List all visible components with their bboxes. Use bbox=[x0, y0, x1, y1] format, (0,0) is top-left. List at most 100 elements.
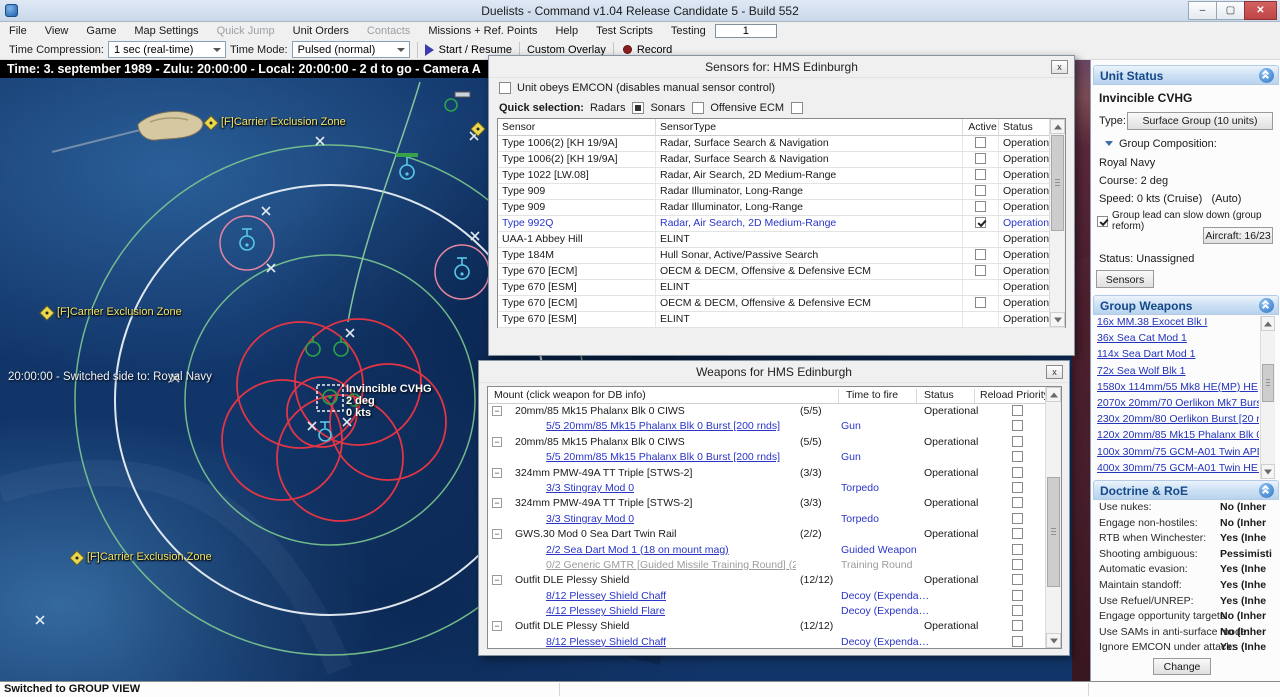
collapse-icon[interactable]: − bbox=[492, 437, 502, 447]
quick-radars-checkbox[interactable] bbox=[632, 102, 644, 114]
weapons-scrollbar[interactable] bbox=[1045, 387, 1061, 648]
sensor-active-checkbox[interactable] bbox=[975, 249, 986, 260]
group-weapon-link[interactable]: 400x 30mm/75 GCM-A01 Twin HE Burst ... bbox=[1095, 462, 1259, 478]
weapon-row[interactable]: 3/3 Stingray Mod 0Torpedo bbox=[488, 481, 1061, 496]
chevron-down-icon[interactable] bbox=[1105, 141, 1113, 150]
weapon-row[interactable]: 5/5 20mm/85 Mk15 Phalanx Blk 0 Burst [20… bbox=[488, 450, 1061, 465]
menu-item-view[interactable]: View bbox=[36, 22, 78, 40]
weapon-link[interactable]: 5/5 20mm/85 Mk15 Phalanx Blk 0 Burst [20… bbox=[546, 420, 780, 432]
group-weapon-link[interactable]: 230x 20mm/80 Oerlikon Burst [20 rnds] bbox=[1095, 413, 1259, 429]
reload-priority-checkbox[interactable] bbox=[1012, 574, 1023, 585]
weapon-row[interactable]: 5/5 20mm/85 Mk15 Phalanx Blk 0 Burst [20… bbox=[488, 419, 1061, 434]
sensors-table-header[interactable]: Sensor SensorType Active Status bbox=[498, 119, 1065, 136]
menu-item-game[interactable]: Game bbox=[77, 22, 125, 40]
weapon-row[interactable]: −20mm/85 Mk15 Phalanx Blk 0 CIWS(5/5)Ope… bbox=[488, 435, 1061, 450]
custom-overlay-button[interactable]: Custom Overlay bbox=[527, 44, 606, 56]
sensor-row[interactable]: Type 670 [ECM]OECM & DECM, Offensive & D… bbox=[498, 264, 1065, 280]
menu-item-help[interactable]: Help bbox=[546, 22, 587, 40]
sensor-active-checkbox[interactable] bbox=[975, 153, 986, 164]
menu-item-file[interactable]: File bbox=[0, 22, 36, 40]
sensor-row[interactable]: Type 1022 [LW.08]Radar, Air Search, 2D M… bbox=[498, 168, 1065, 184]
sensor-row[interactable]: Type 1006(2) [KH 19/9A]Radar, Surface Se… bbox=[498, 152, 1065, 168]
weapon-row[interactable]: −324mm PMW-49A TT Triple [STWS-2](3/3)Op… bbox=[488, 466, 1061, 481]
reload-priority-checkbox[interactable] bbox=[1012, 497, 1023, 508]
scroll-down-icon[interactable] bbox=[1261, 464, 1275, 479]
group-weapon-link[interactable]: 36x Sea Cat Mod 1 bbox=[1095, 332, 1259, 348]
group-weapon-link[interactable]: 72x Sea Wolf Blk 1 bbox=[1095, 365, 1259, 381]
reload-priority-checkbox[interactable] bbox=[1012, 436, 1023, 447]
group-weapon-link[interactable]: 16x MM.38 Exocet Blk I bbox=[1095, 316, 1259, 332]
start-resume-button[interactable]: Start / Resume bbox=[425, 44, 512, 56]
sensor-row[interactable]: Type 909Radar Illuminator, Long-RangeOpe… bbox=[498, 184, 1065, 200]
collapse-icon[interactable]: − bbox=[492, 575, 502, 585]
sensors-scrollbar[interactable] bbox=[1049, 119, 1065, 327]
group-weapon-link[interactable]: 120x 20mm/85 Mk15 Phalanx Blk 0 Burst... bbox=[1095, 429, 1259, 445]
weapon-link[interactable]: 2/2 Sea Dart Mod 1 (18 on mount mag) bbox=[546, 544, 729, 556]
reload-priority-checkbox[interactable] bbox=[1012, 528, 1023, 539]
sensor-active-checkbox[interactable] bbox=[975, 297, 986, 308]
sensors-button[interactable]: Sensors bbox=[1096, 270, 1154, 288]
scrollbar-thumb[interactable] bbox=[1047, 477, 1060, 587]
reload-priority-checkbox[interactable] bbox=[1012, 620, 1023, 631]
quick-offensive-ecm-checkbox[interactable] bbox=[791, 102, 803, 114]
close-button[interactable]: ✕ bbox=[1244, 1, 1277, 20]
maximize-button[interactable]: ▢ bbox=[1216, 1, 1245, 20]
weapon-row[interactable]: 0/2 Generic GMTR [Guided Missile Trainin… bbox=[488, 558, 1061, 573]
sensor-active-checkbox[interactable] bbox=[975, 185, 986, 196]
record-button[interactable]: Record bbox=[621, 44, 672, 56]
collapse-icon[interactable]: − bbox=[492, 406, 502, 416]
group-weapon-link[interactable]: 114x Sea Dart Mod 1 bbox=[1095, 348, 1259, 364]
sensor-row[interactable]: Type 670 [ESM]ELINTOperational bbox=[498, 312, 1065, 328]
scroll-up-icon[interactable] bbox=[1046, 387, 1061, 402]
doctrine-header[interactable]: Doctrine & RoE bbox=[1093, 480, 1279, 500]
emcon-checkbox-row[interactable]: Unit obeys EMCON (disables manual sensor… bbox=[499, 82, 775, 94]
sensor-row[interactable]: Type 670 [ECM]OECM & DECM, Offensive & D… bbox=[498, 296, 1065, 312]
reload-priority-checkbox[interactable] bbox=[1012, 513, 1023, 524]
reload-priority-checkbox[interactable] bbox=[1012, 420, 1023, 431]
weapon-row[interactable]: −Outfit DLE Plessy Shield(12/12)Operatio… bbox=[488, 573, 1061, 588]
weapon-link[interactable]: 3/3 Stingray Mod 0 bbox=[546, 482, 634, 494]
change-button[interactable]: Change bbox=[1153, 658, 1211, 675]
group-lead-checkbox[interactable] bbox=[1097, 216, 1108, 227]
scrollbar-thumb[interactable] bbox=[1262, 364, 1274, 402]
reload-priority-checkbox[interactable] bbox=[1012, 605, 1023, 616]
menu-item-testing[interactable]: Testing bbox=[662, 22, 715, 40]
weapon-row[interactable]: −Outfit DLE Plessy Shield(12/12)Operatio… bbox=[488, 619, 1061, 634]
reload-priority-checkbox[interactable] bbox=[1012, 636, 1023, 647]
weapon-link[interactable]: 8/12 Plessey Shield Chaff bbox=[546, 636, 666, 648]
reload-priority-checkbox[interactable] bbox=[1012, 405, 1023, 416]
reload-priority-checkbox[interactable] bbox=[1012, 544, 1023, 555]
reload-priority-checkbox[interactable] bbox=[1012, 451, 1023, 462]
group-weapon-link[interactable]: 1580x 114mm/55 Mk8 HE(MP) HE bbox=[1095, 381, 1259, 397]
weapon-row[interactable]: 8/12 Plessey Shield ChaffDecoy (Expenda… bbox=[488, 589, 1061, 604]
scroll-up-icon[interactable] bbox=[1050, 119, 1065, 134]
scroll-up-icon[interactable] bbox=[1261, 316, 1275, 331]
weapon-row[interactable]: −20mm/85 Mk15 Phalanx Blk 0 CIWS(5/5)Ope… bbox=[488, 404, 1061, 419]
group-weapons-scrollbar[interactable] bbox=[1260, 316, 1275, 479]
scroll-down-icon[interactable] bbox=[1050, 312, 1065, 327]
collapse-icon[interactable]: − bbox=[492, 621, 502, 631]
group-weapons-header[interactable]: Group Weapons bbox=[1093, 295, 1279, 315]
sensor-row[interactable]: Type 670 [ESM]ELINTOperational bbox=[498, 280, 1065, 296]
sensor-row[interactable]: Type 992QRadar, Air Search, 2D Medium-Ra… bbox=[498, 216, 1065, 232]
unit-status-header[interactable]: Unit Status bbox=[1093, 65, 1279, 85]
reload-priority-checkbox[interactable] bbox=[1012, 590, 1023, 601]
close-icon[interactable]: x bbox=[1051, 60, 1068, 74]
type-button[interactable]: Surface Group (10 units) bbox=[1127, 112, 1273, 130]
reload-priority-checkbox[interactable] bbox=[1012, 482, 1023, 493]
weapon-link[interactable]: 5/5 20mm/85 Mk15 Phalanx Blk 0 Burst [20… bbox=[546, 451, 780, 463]
weapon-link[interactable]: 0/2 Generic GMTR [Guided Missile Trainin… bbox=[546, 559, 796, 571]
time-compression-select[interactable]: 1 sec (real-time) bbox=[108, 41, 226, 58]
weapon-row[interactable]: −324mm PMW-49A TT Triple [STWS-2](3/3)Op… bbox=[488, 496, 1061, 511]
sensor-row[interactable]: UAA-1 Abbey HillELINTOperational bbox=[498, 232, 1065, 248]
reload-priority-checkbox[interactable] bbox=[1012, 467, 1023, 478]
weapon-row[interactable]: 8/12 Plessey Shield ChaffDecoy (Expenda… bbox=[488, 635, 1061, 649]
scroll-down-icon[interactable] bbox=[1046, 633, 1061, 648]
sensor-active-checkbox[interactable] bbox=[975, 217, 986, 228]
menu-item-test-scripts[interactable]: Test Scripts bbox=[587, 22, 662, 40]
sensor-row[interactable]: Type 1006(2) [KH 19/9A]Radar, Surface Se… bbox=[498, 136, 1065, 152]
weapon-link[interactable]: 3/3 Stingray Mod 0 bbox=[546, 513, 634, 525]
sensor-row[interactable]: Type 909Radar Illuminator, Long-RangeOpe… bbox=[498, 200, 1065, 216]
quick-sonars-checkbox[interactable] bbox=[692, 102, 704, 114]
weapon-row[interactable]: 3/3 Stingray Mod 0Torpedo bbox=[488, 512, 1061, 527]
